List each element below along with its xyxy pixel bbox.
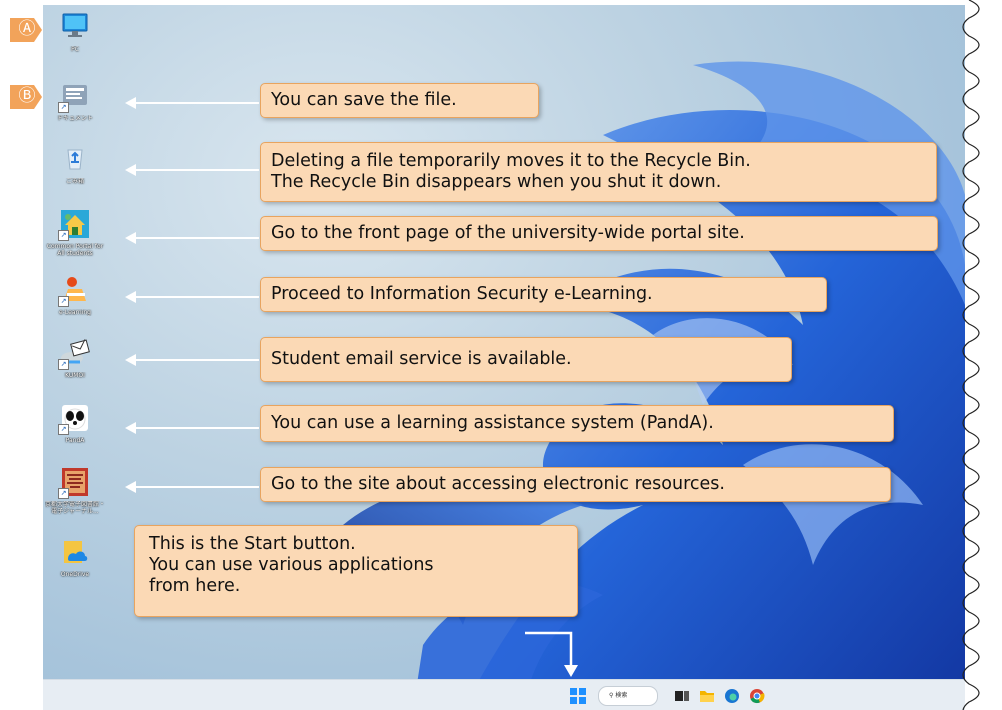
arrow-head-eresources: [125, 481, 136, 493]
desktop-icon-label: PC: [71, 46, 79, 53]
chrome-icon[interactable]: [749, 688, 765, 704]
search-label: 検索: [615, 692, 628, 699]
arrow-to-start-button: [525, 631, 578, 677]
onedrive-folder-icon: [58, 535, 92, 569]
search-icon: ⚲: [609, 692, 614, 699]
shortcut-arrow-icon: ↗: [58, 424, 69, 435]
desktop-icon-recycle-bin[interactable]: ごみ箱: [45, 142, 105, 185]
monitor-icon: [58, 10, 92, 44]
taskbar: ⚲ 検索: [43, 679, 965, 710]
callout-text: You can save the file.: [271, 90, 457, 110]
desktop-icon-label: 京都大学電子図書館・電子ジャーナル...: [45, 501, 105, 515]
callout-e-learning: Proceed to Information Security e-Learni…: [260, 277, 827, 312]
portal-house-icon: ↗: [58, 207, 92, 241]
callout-portal: Go to the front page of the university-w…: [260, 216, 938, 251]
taskbar-search-box[interactable]: ⚲ 検索: [598, 686, 658, 706]
torn-edge-decoration: [962, 0, 980, 710]
desktop-icon-kumoi[interactable]: ↗ KUMOI: [45, 336, 105, 379]
mail-envelope-icon: ↗: [58, 336, 92, 370]
documents-folder-icon: ↗: [58, 79, 92, 113]
desktop-icon-electronic-library[interactable]: ↗ 京都大学電子図書館・電子ジャーナル...: [45, 465, 105, 515]
arrow-line-recycle: [135, 169, 259, 171]
library-emblem-icon: ↗: [58, 465, 92, 499]
desktop-icon-label: PandA: [65, 437, 85, 444]
arrow-head-recycle: [125, 164, 136, 176]
callout-electronic-resources: Go to the site about accessing electroni…: [260, 467, 891, 502]
callout-start-button: This is the Start button. You can use va…: [134, 525, 578, 617]
arrow-line-panda: [135, 427, 259, 429]
callout-text: Student email service is available.: [271, 349, 572, 369]
desktop-icon-documents[interactable]: ↗ ドキュメント: [45, 79, 105, 122]
badge-b-label: Ⓑ: [18, 86, 36, 106]
task-view-icon[interactable]: [674, 688, 690, 704]
callout-text-line-1: This is the Start button.: [149, 534, 356, 554]
desktop-icon-label: e-Learning: [59, 309, 91, 316]
arrow-head-email: [125, 354, 136, 366]
callout-save: You can save the file.: [260, 83, 539, 118]
callout-text: You can use a learning assistance system…: [271, 413, 714, 433]
callout-panda: You can use a learning assistance system…: [260, 405, 894, 442]
badge-a: Ⓐ: [10, 18, 42, 42]
desktop-icon-common-portal[interactable]: ↗ Common Portal for All students: [45, 207, 105, 257]
callout-text: Go to the front page of the university-w…: [271, 223, 745, 243]
desktop-icon-pc[interactable]: PC: [45, 10, 105, 53]
desktop-icon-label: ドキュメント: [56, 115, 93, 122]
arrow-head-elearning: [125, 291, 136, 303]
edge-icon[interactable]: [724, 688, 740, 704]
desktop-icon-label: KUMOI: [65, 372, 85, 379]
desktop: PC ↗ ドキュメント ごみ箱 ↗ Common Portal for All …: [43, 5, 965, 710]
callout-text-line-2: The Recycle Bin disappears when you shut…: [271, 172, 722, 192]
callout-text: Go to the site about accessing electroni…: [271, 474, 725, 494]
panda-icon: ↗: [58, 401, 92, 435]
file-explorer-icon[interactable]: [699, 688, 715, 704]
callout-text-line-1: Deleting a file temporarily moves it to …: [271, 151, 751, 171]
callout-email: Student email service is available.: [260, 337, 792, 382]
shortcut-arrow-icon: ↗: [58, 359, 69, 370]
callout-text-line-3: from here.: [149, 576, 241, 596]
arrow-line-portal: [135, 237, 259, 239]
shortcut-arrow-icon: ↗: [58, 102, 69, 113]
arrow-head-save: [125, 97, 136, 109]
desktop-icon-onedrive[interactable]: OneDrive: [45, 535, 105, 578]
arrow-line-email: [135, 359, 259, 361]
shortcut-arrow-icon: ↗: [58, 488, 69, 499]
arrow-head-portal: [125, 232, 136, 244]
shortcut-arrow-icon: ↗: [58, 296, 69, 307]
arrow-line-eresources: [135, 486, 259, 488]
callout-text-line-2: You can use various applications: [149, 555, 434, 575]
desktop-icon-panda[interactable]: ↗ PandA: [45, 401, 105, 444]
desktop-icon-label: ごみ箱: [65, 178, 84, 185]
e-learning-icon: ↗: [58, 273, 92, 307]
desktop-icon-label: Common Portal for All students: [46, 243, 104, 257]
badge-a-label: Ⓐ: [18, 19, 36, 39]
start-icon[interactable]: [570, 688, 586, 704]
desktop-icon-e-learning[interactable]: ↗ e-Learning: [45, 273, 105, 316]
recycle-bin-icon: [58, 142, 92, 176]
shortcut-arrow-icon: ↗: [58, 230, 69, 241]
desktop-icon-label: OneDrive: [60, 571, 90, 578]
callout-recycle-bin: Deleting a file temporarily moves it to …: [260, 142, 937, 202]
arrow-line-elearning: [135, 296, 259, 298]
arrow-head-panda: [125, 422, 136, 434]
badge-b: Ⓑ: [10, 85, 42, 109]
callout-text: Proceed to Information Security e-Learni…: [271, 284, 653, 304]
arrow-line-save: [135, 102, 259, 104]
